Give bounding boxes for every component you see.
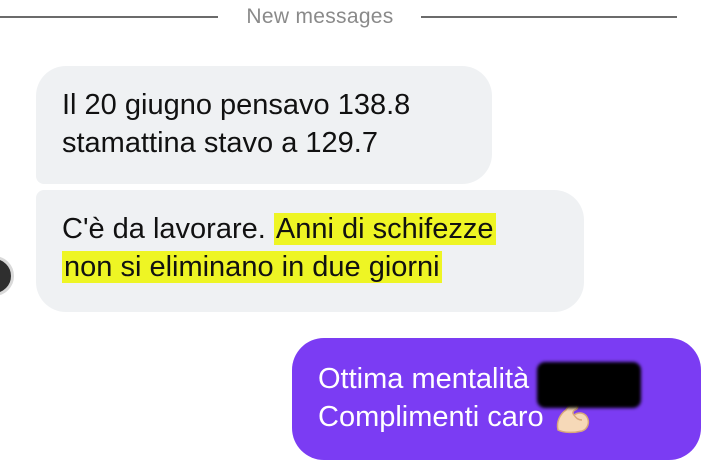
message-text-line: non si eliminano in due giorni	[62, 248, 558, 286]
new-messages-divider: New messages	[0, 4, 680, 30]
message-text: Ottima mentalità	[318, 363, 530, 395]
highlighted-text: non si eliminano in due giorni	[62, 251, 442, 283]
outgoing-message-bubble[interactable]: Ottima mentalità Complimenti caro	[292, 338, 701, 460]
incoming-message-bubble[interactable]: Il 20 giugno pensavo 138.8 stamattina st…	[36, 66, 492, 184]
message-text-line: Ottima mentalità	[318, 360, 675, 408]
divider-line-right	[421, 16, 677, 18]
message-text-line: Il 20 giugno pensavo 138.8	[62, 89, 411, 121]
message-text-line: C'è da lavorare. Anni di schifezze	[62, 210, 558, 248]
message-text-line: stamattina stavo a 129.7	[62, 127, 378, 159]
incoming-message-bubble[interactable]: C'è da lavorare. Anni di schifezze non s…	[36, 190, 584, 312]
highlighted-text: Anni di schifezze	[273, 213, 496, 245]
new-messages-label: New messages	[246, 5, 394, 28]
message-text: C'è da lavorare.	[62, 213, 274, 245]
chat-screen: New messages Il 20 giugno pensavo 138.8 …	[0, 0, 717, 463]
message-text: Complimenti caro	[318, 401, 544, 433]
redaction-block	[537, 362, 642, 408]
divider-line-left	[0, 16, 218, 18]
sender-avatar[interactable]	[0, 256, 14, 296]
